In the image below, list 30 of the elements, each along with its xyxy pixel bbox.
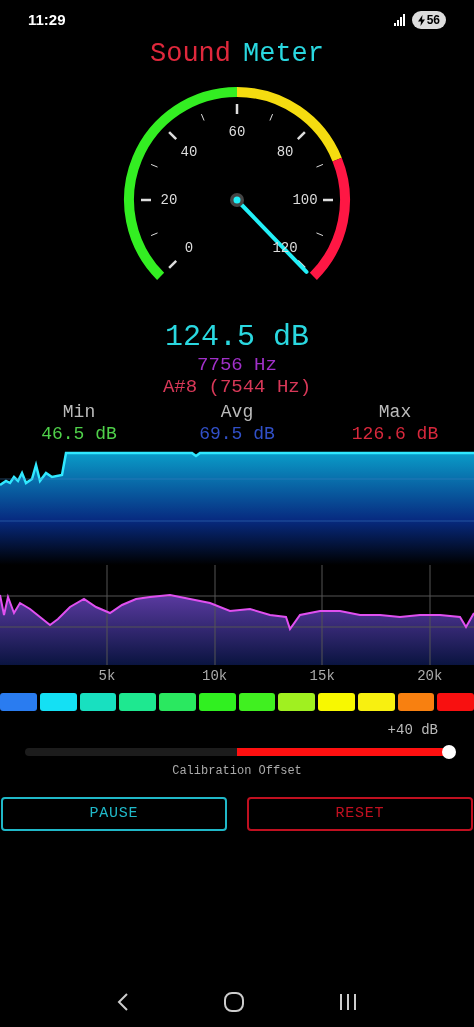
battery-indicator: 56 — [411, 11, 446, 29]
app-title: Sound — [150, 38, 231, 70]
pause-button[interactable]: PAUSE — [1, 797, 227, 831]
calibration-label: Calibration Offset — [172, 765, 302, 777]
app-title: Meter — [243, 38, 324, 70]
home-icon[interactable] — [223, 991, 245, 1013]
decibel-reading: 124.5 dB — [165, 322, 309, 352]
gauge-tick-label: 20 — [160, 193, 178, 207]
back-icon[interactable] — [116, 992, 131, 1012]
gauge-tick-label: 100 — [292, 193, 318, 207]
status-time: 11:29 — [28, 9, 66, 30]
stat-label: Min — [62, 403, 96, 421]
stat-value: 126.6 dB — [351, 425, 439, 443]
frequency-axis-label: 5k — [98, 669, 116, 683]
stat-value: 69.5 dB — [199, 425, 275, 443]
stat-label: Max — [378, 403, 412, 421]
gauge-tick-label: 0 — [184, 241, 194, 256]
calibration-reading: +40 dB — [387, 723, 438, 737]
gauge-tick-label: 40 — [180, 144, 198, 159]
recent-apps-icon[interactable] — [337, 993, 358, 1011]
gauge-tick-label: 80 — [276, 144, 294, 159]
frequency-reading: 7756 Hz — [197, 356, 277, 375]
frequency-axis-label: 10k — [202, 669, 228, 683]
frequency-axis-label: 15k — [309, 669, 335, 683]
note-reading: A#8 (7544 Hz) — [162, 378, 312, 397]
stat-value: 46.5 dB — [41, 425, 117, 443]
stat-label: Avg — [220, 403, 254, 421]
signal-icon — [393, 14, 406, 26]
gauge-tick-label: 60 — [228, 125, 246, 139]
frequency-axis-label: 20k — [417, 669, 443, 683]
